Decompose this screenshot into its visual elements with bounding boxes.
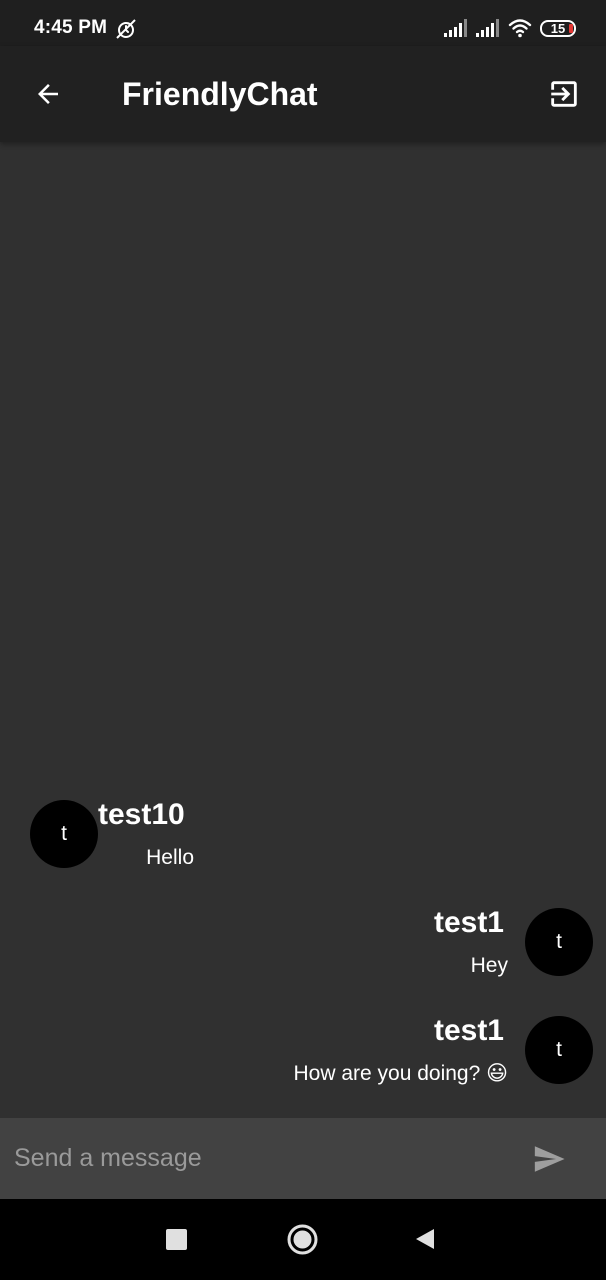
battery-level: 15: [550, 20, 566, 36]
signal-icon: [444, 19, 467, 37]
avatar-initial: t: [556, 1038, 562, 1061]
arrow-back-icon: [38, 84, 58, 104]
message-input[interactable]: [14, 1136, 494, 1180]
avatar: t: [525, 908, 593, 976]
status-time: 4:45 PM: [34, 17, 108, 38]
chat-screen: 4:45 PM 15 FriendlyChat t test10 Hello t…: [0, 0, 606, 1280]
message-text: Hello: [146, 846, 194, 869]
avatar: t: [525, 1016, 593, 1084]
sender-name: test1: [433, 906, 504, 939]
avatar: t: [30, 800, 98, 868]
avatar-initial: t: [61, 822, 67, 845]
send-button[interactable]: [528, 1139, 570, 1179]
message-text: How are you doing? 😃: [293, 1062, 508, 1085]
battery-icon: 15: [540, 19, 576, 37]
sender-name: test10: [98, 798, 185, 831]
logout-button[interactable]: [540, 70, 588, 118]
signal-icon: [476, 19, 499, 37]
system-nav-bar: [0, 1199, 606, 1280]
message-text: Hey: [470, 954, 508, 977]
back-button[interactable]: [24, 70, 72, 118]
wifi-icon: [508, 19, 532, 38]
message-composer: [0, 1118, 606, 1199]
message-list[interactable]: t test10 Hello test1 Hey t test1 How are…: [0, 142, 606, 1118]
avatar-initial: t: [556, 930, 562, 953]
recents-icon[interactable]: [166, 1229, 187, 1250]
status-icons: 15: [444, 15, 576, 41]
exit-icon: [551, 81, 577, 107]
app-title: FriendlyChat: [122, 76, 318, 112]
battery-low-indicator: [569, 23, 573, 33]
app-bar: FriendlyChat: [0, 46, 606, 142]
home-icon[interactable]: [287, 1224, 318, 1255]
alarm-off-icon: [116, 19, 136, 39]
send-icon: [534, 1146, 565, 1172]
back-icon[interactable]: [414, 1227, 436, 1251]
sender-name: test1: [433, 1014, 504, 1047]
status-bar: 4:45 PM 15: [0, 0, 606, 46]
